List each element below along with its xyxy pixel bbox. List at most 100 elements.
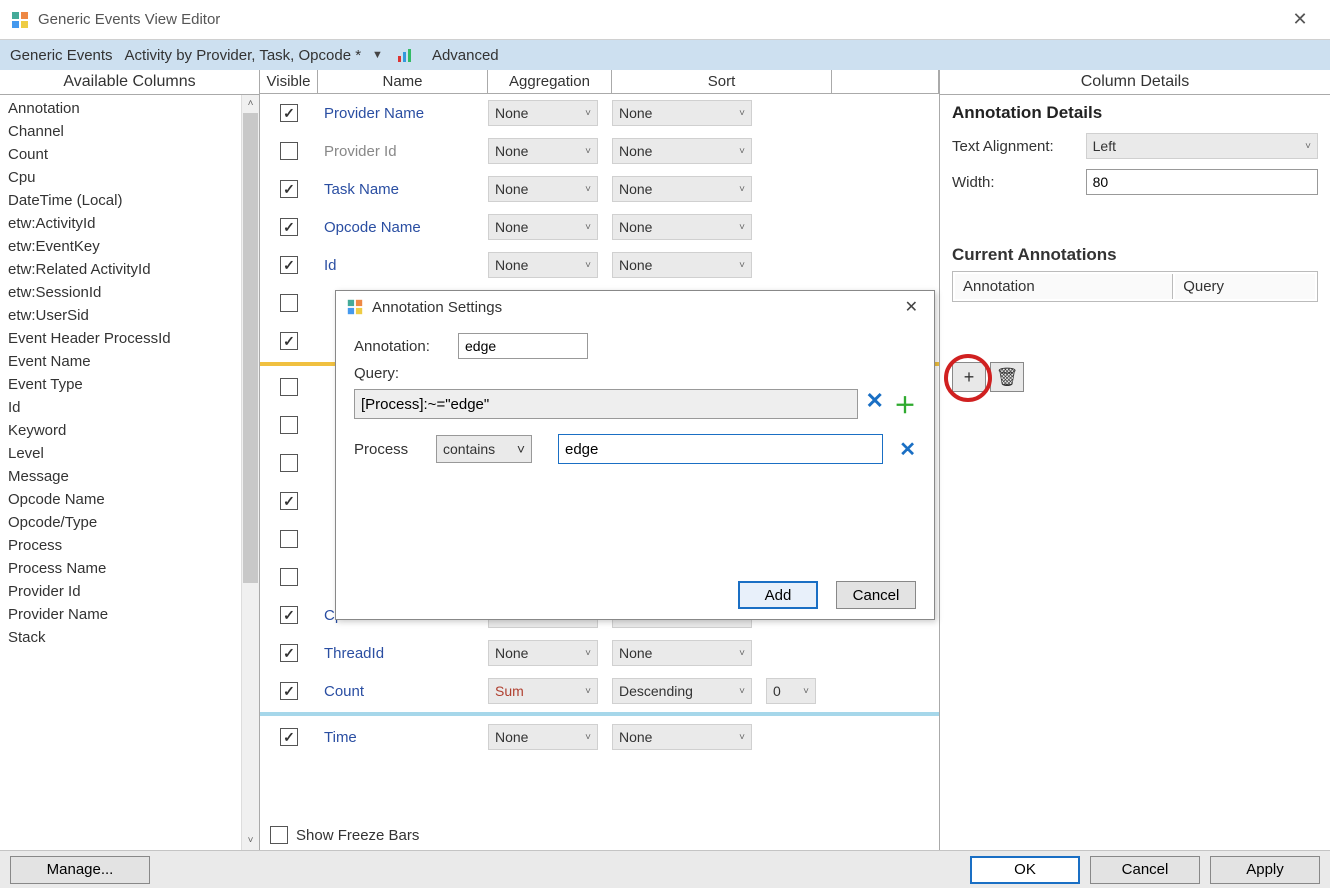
available-column-item[interactable]: Cpu — [0, 166, 241, 189]
available-column-item[interactable]: etw:UserSid — [0, 304, 241, 327]
available-column-item[interactable]: Event Type — [0, 373, 241, 396]
close-icon[interactable]: ✕ — [899, 297, 924, 317]
column-name[interactable]: ThreadId — [318, 645, 488, 662]
column-name[interactable]: Opcode Name — [318, 219, 488, 236]
available-column-item[interactable]: etw:SessionId — [0, 281, 241, 304]
menu-advanced[interactable]: Advanced — [428, 45, 503, 66]
sort-select[interactable]: None˅ — [612, 724, 752, 750]
text-alignment-select[interactable]: Left˅ — [1086, 133, 1318, 159]
column-name[interactable]: Task Name — [318, 181, 488, 198]
available-column-item[interactable]: Stack — [0, 626, 241, 649]
ok-button[interactable]: OK — [970, 856, 1080, 884]
apply-button[interactable]: Apply — [1210, 856, 1320, 884]
remove-filter-icon[interactable]: ✕ — [899, 437, 916, 462]
scrollbar[interactable]: ˄ ˅ — [241, 95, 259, 850]
available-column-item[interactable]: etw:ActivityId — [0, 212, 241, 235]
available-column-item[interactable]: Process — [0, 534, 241, 557]
menu-generic-events[interactable]: Generic Events — [6, 45, 117, 66]
dialog-cancel-button[interactable]: Cancel — [836, 581, 916, 609]
available-column-item[interactable]: Provider Id — [0, 580, 241, 603]
annotation-input[interactable] — [458, 333, 588, 359]
aggregation-select[interactable]: Sum˅ — [488, 678, 598, 704]
visible-checkbox[interactable] — [280, 568, 298, 586]
available-column-item[interactable]: Opcode Name — [0, 488, 241, 511]
column-name[interactable]: Provider Name — [318, 105, 488, 122]
available-column-item[interactable]: Message — [0, 465, 241, 488]
available-column-item[interactable]: Level — [0, 442, 241, 465]
aggregation-select[interactable]: None˅ — [488, 100, 598, 126]
available-columns-list[interactable]: AnnotationChannelCountCpuDateTime (Local… — [0, 95, 241, 850]
dialog-add-button[interactable]: Add — [738, 581, 818, 609]
available-column-item[interactable]: Annotation — [0, 97, 241, 120]
available-column-item[interactable]: Keyword — [0, 419, 241, 442]
aggregation-select[interactable]: None˅ — [488, 176, 598, 202]
chevron-down-icon[interactable]: ▼ — [369, 49, 386, 61]
menu-activity-preset[interactable]: Activity by Provider, Task, Opcode * — [121, 45, 366, 66]
visible-checkbox[interactable] — [280, 644, 298, 662]
column-name[interactable]: Time — [318, 729, 488, 746]
available-column-item[interactable]: etw:Related ActivityId — [0, 258, 241, 281]
visible-checkbox[interactable] — [280, 256, 298, 274]
visible-checkbox[interactable] — [280, 682, 298, 700]
manage-button[interactable]: Manage... — [10, 856, 150, 884]
visible-checkbox[interactable] — [280, 416, 298, 434]
filter-value-input[interactable] — [558, 434, 883, 464]
available-column-item[interactable]: etw:EventKey — [0, 235, 241, 258]
close-icon[interactable]: ✕ — [1280, 9, 1320, 30]
sort-order-select[interactable]: 0˅ — [766, 678, 816, 704]
aggregation-select[interactable]: None˅ — [488, 724, 598, 750]
column-name[interactable]: Count — [318, 683, 488, 700]
available-column-item[interactable]: Channel — [0, 120, 241, 143]
sort-select[interactable]: None˅ — [612, 176, 752, 202]
available-column-item[interactable]: Event Name — [0, 350, 241, 373]
visible-checkbox[interactable] — [280, 606, 298, 624]
available-column-item[interactable]: Count — [0, 143, 241, 166]
show-freeze-bars-checkbox[interactable] — [270, 826, 288, 844]
add-clause-icon[interactable]: ＋ — [894, 388, 916, 420]
available-column-item[interactable]: Id — [0, 396, 241, 419]
visible-checkbox[interactable] — [280, 294, 298, 312]
available-column-item[interactable]: Event Header ProcessId — [0, 327, 241, 350]
visible-checkbox[interactable] — [280, 142, 298, 160]
column-name[interactable]: Provider Id — [318, 143, 488, 160]
remove-clause-icon[interactable]: ✕ — [866, 388, 884, 420]
available-column-item[interactable]: Opcode/Type — [0, 511, 241, 534]
add-annotation-button[interactable]: + — [952, 362, 986, 392]
annotations-th-query[interactable]: Query — [1175, 274, 1315, 299]
aggregation-select[interactable]: None˅ — [488, 640, 598, 666]
sort-select[interactable]: None˅ — [612, 138, 752, 164]
visible-checkbox[interactable] — [280, 104, 298, 122]
chart-icon[interactable] — [396, 46, 414, 64]
aggregation-select[interactable]: None˅ — [488, 138, 598, 164]
column-header-aggregation[interactable]: Aggregation — [488, 70, 612, 93]
visible-checkbox[interactable] — [280, 530, 298, 548]
sort-select[interactable]: None˅ — [612, 214, 752, 240]
sort-select[interactable]: Descending˅ — [612, 678, 752, 704]
column-name[interactable]: Id — [318, 257, 488, 274]
scroll-thumb[interactable] — [243, 113, 258, 583]
available-column-item[interactable]: Provider Name — [0, 603, 241, 626]
filter-operator-select[interactable]: contains˅ — [436, 435, 532, 463]
visible-checkbox[interactable] — [280, 728, 298, 746]
sort-select[interactable]: None˅ — [612, 252, 752, 278]
scroll-down-icon[interactable]: ˅ — [242, 832, 259, 850]
visible-checkbox[interactable] — [280, 180, 298, 198]
delete-annotation-button[interactable]: 🗑 — [990, 362, 1024, 392]
column-header-sort[interactable]: Sort — [612, 70, 832, 93]
visible-checkbox[interactable] — [280, 492, 298, 510]
aggregation-select[interactable]: None˅ — [488, 252, 598, 278]
visible-checkbox[interactable] — [280, 454, 298, 472]
visible-checkbox[interactable] — [280, 218, 298, 236]
cancel-button[interactable]: Cancel — [1090, 856, 1200, 884]
scroll-up-icon[interactable]: ˄ — [242, 95, 259, 113]
available-column-item[interactable]: Process Name — [0, 557, 241, 580]
sort-select[interactable]: None˅ — [612, 100, 752, 126]
column-header-visible[interactable]: Visible — [260, 70, 318, 93]
column-header-name[interactable]: Name — [318, 70, 488, 93]
visible-checkbox[interactable] — [280, 332, 298, 350]
annotations-th-annotation[interactable]: Annotation — [955, 274, 1173, 299]
width-input[interactable] — [1086, 169, 1318, 195]
sort-select[interactable]: None˅ — [612, 640, 752, 666]
aggregation-select[interactable]: None˅ — [488, 214, 598, 240]
available-column-item[interactable]: DateTime (Local) — [0, 189, 241, 212]
